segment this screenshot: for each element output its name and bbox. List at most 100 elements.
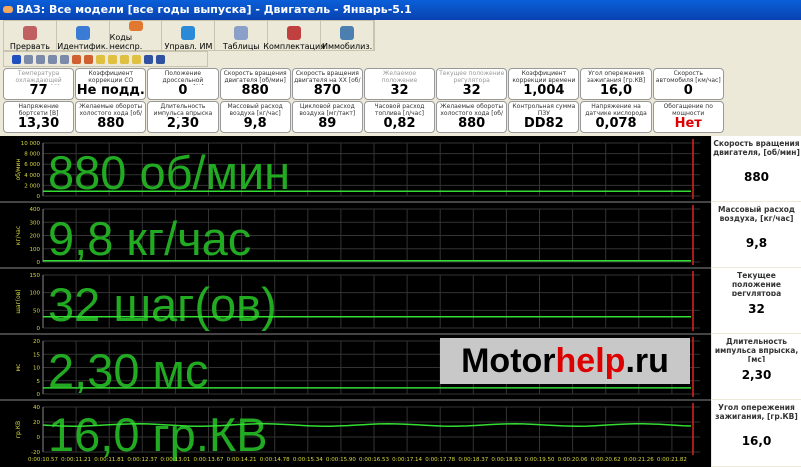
side-panel-value: 9,8 <box>745 236 768 250</box>
marker-icon[interactable] <box>96 54 105 64</box>
y-tick-label: -20 <box>31 450 40 456</box>
y-tick-label: 10 000 <box>21 141 41 147</box>
side-value-panel: Массовый расход воздуха, [кг/час] 9,8 <box>712 202 801 267</box>
toolbar-button-stop[interactable]: Прервать <box>4 21 57 51</box>
x-tick-label: 0:00:20.06 <box>558 457 588 463</box>
gear-icon <box>181 26 196 40</box>
gauge-value: DD82 <box>524 116 564 131</box>
y-tick-label: 0 <box>37 326 41 332</box>
value-side-panel: Скорость вращения двигателя, [об/мин] 880… <box>712 136 801 467</box>
pause-icon[interactable] <box>12 54 21 64</box>
zoom-in-icon[interactable] <box>72 54 81 64</box>
y-tick-label: 300 <box>30 220 41 226</box>
gauge-tile: Положение дроссельной заслонки [%]0 <box>147 68 219 100</box>
gauge-tile: Желаемые обороты холостого хода [об/мин]… <box>75 101 147 133</box>
y-axis-label: гр.КВ <box>15 421 22 438</box>
toolbar-button-label: Управл. ИМ <box>164 42 213 51</box>
gauge-tile: Скорость вращения двигателя на ХХ [об/ми… <box>291 68 363 100</box>
main-toolbar: Прервать Идентифик. Коды неиспр. Управл. ИМ… <box>3 20 375 51</box>
prev-icon[interactable] <box>36 54 45 64</box>
open-icon[interactable] <box>120 54 129 64</box>
toolbar-button-label: Таблицы <box>222 42 260 51</box>
gauge-tile: Скорость вращения двигателя [об/мин] 880 <box>219 68 291 100</box>
gauge-tile: Цикловой расход воздуха [мг/такт] 89 <box>291 101 363 133</box>
y-tick-label: 100 <box>30 291 41 297</box>
y-tick-label: 5 <box>37 379 41 385</box>
x-tick-label: 0:00:18.93 <box>491 457 521 463</box>
playback-toolbar <box>3 51 208 67</box>
x-tick-label: 0:00:18.37 <box>458 457 488 463</box>
y-tick-label: 0 <box>37 392 41 398</box>
y-tick-label: 10 <box>33 366 40 372</box>
export-icon[interactable] <box>132 54 141 64</box>
gauge-value: 16,0 <box>600 83 633 98</box>
gauge-tile: Желаемое положение регулятора холостого … <box>363 68 436 100</box>
gauge-value: Нет <box>674 116 702 131</box>
gauge-tile: Обогащение по мощности Нет <box>652 101 724 133</box>
y-axis-label: об/мин <box>15 159 22 181</box>
toolbar-button-label: Коды неиспр. <box>109 33 143 51</box>
y-tick-label: 40 <box>33 405 40 411</box>
chart-icon[interactable] <box>156 54 165 64</box>
x-tick-label: 0:00:21.82 <box>657 457 687 463</box>
next-icon[interactable] <box>48 54 57 64</box>
chart-panel: 0 100 200 300 400 кг/час 9,8 кг/час <box>0 201 711 266</box>
x-tick-label: 0:00:15.90 <box>326 457 356 463</box>
y-tick-label: 20 <box>33 339 40 345</box>
gauge-tile: Напряжение на датчике кислорода [В]0,078 <box>580 101 652 133</box>
last-icon[interactable] <box>60 54 69 64</box>
zoom-out-icon[interactable] <box>84 54 93 64</box>
side-value-panel: Угол опережения зажигания, [гр.КВ] 16,0 <box>712 400 801 466</box>
side-panel-label: Угол опережения зажигания, [гр.КВ] <box>715 403 798 421</box>
engine-icon <box>128 21 143 31</box>
gauge-value: 0,078 <box>595 116 637 131</box>
side-panel-value: 2,30 <box>741 368 772 382</box>
gauge-tile: Угол опережения зажигания [гр.КВ] 16,0 <box>580 68 652 100</box>
toolbar-button-gear[interactable]: Управл. ИМ <box>162 21 216 51</box>
y-axis-label: шаг(ов) <box>15 289 22 313</box>
y-tick-label: 200 <box>30 234 41 240</box>
big-value-label: 16,0 гр.КВ <box>48 408 268 461</box>
chart-panel: 02 0004 0006 0008 00010 000об/мин 880 об/… <box>15 139 700 200</box>
toolbar-button-label: Иммобилиз. <box>321 42 373 51</box>
window-title: ВАЗ: Все модели [все годы выпуска] - Дви… <box>16 3 412 16</box>
gauge-value: 870 <box>313 83 341 98</box>
gauge-value: 1,004 <box>523 83 565 98</box>
toolbar-button-label: Комплектация <box>263 42 326 51</box>
stop-icon <box>22 26 37 40</box>
gauge-value: 89 <box>318 116 337 131</box>
x-tick-label: 0:00:13.01 <box>160 457 190 463</box>
x-tick-label: 0:00:16.53 <box>359 457 389 463</box>
gauge-value: 2,30 <box>166 116 199 131</box>
title-bar: ВАЗ: Все модели [все годы выпуска] - Дви… <box>0 0 801 20</box>
new-icon[interactable] <box>108 54 117 64</box>
info-icon <box>75 26 90 40</box>
y-tick-label: 6 000 <box>24 162 40 168</box>
x-tick-label: 0:00:14.78 <box>260 457 290 463</box>
save-icon[interactable] <box>144 54 153 64</box>
checklist-icon <box>287 26 302 40</box>
toolbar-button-info[interactable]: Идентифик. <box>57 21 110 51</box>
gauge-value: 0 <box>178 83 188 98</box>
y-tick-label: 15 <box>33 352 40 358</box>
x-tick-label: 0:00:14.21 <box>227 457 257 463</box>
toolbar-button-table[interactable]: Таблицы <box>215 21 269 51</box>
x-tick-label: 0:00:10.57 <box>28 457 58 463</box>
gauge-value: 32 <box>390 83 409 98</box>
y-tick-label: 400 <box>30 207 41 213</box>
gauge-tile: Текущее положение регулятора холостого х… <box>436 68 508 100</box>
charts-area[interactable]: 02 0004 0006 0008 00010 000об/мин 880 об/… <box>0 136 711 467</box>
app-icon <box>3 6 13 13</box>
gauge-tile: Коэффициент коррекции CO Не подд. <box>75 68 147 100</box>
gauge-value: 32 <box>462 83 481 98</box>
toolbar-button-engine[interactable]: Коды неиспр. <box>110 21 163 51</box>
x-tick-label: 0:00:17.14 <box>392 457 422 463</box>
toolbar-button-key[interactable]: Иммобилиз. <box>321 21 374 51</box>
toolbar-button-checklist[interactable]: Комплектация <box>263 21 325 51</box>
x-tick-label: 0:00:12.37 <box>127 457 157 463</box>
gauge-tile: Массовый расход воздуха [кг/час] 9,8 <box>219 101 291 133</box>
y-tick-label: 100 <box>30 247 41 253</box>
gauge-tile: Температура охлаждающей жидкости [С]77 <box>3 68 75 100</box>
gauge-tile: Желаемые обороты холостого хода [об/мин]… <box>436 101 508 133</box>
first-icon[interactable] <box>24 54 33 64</box>
